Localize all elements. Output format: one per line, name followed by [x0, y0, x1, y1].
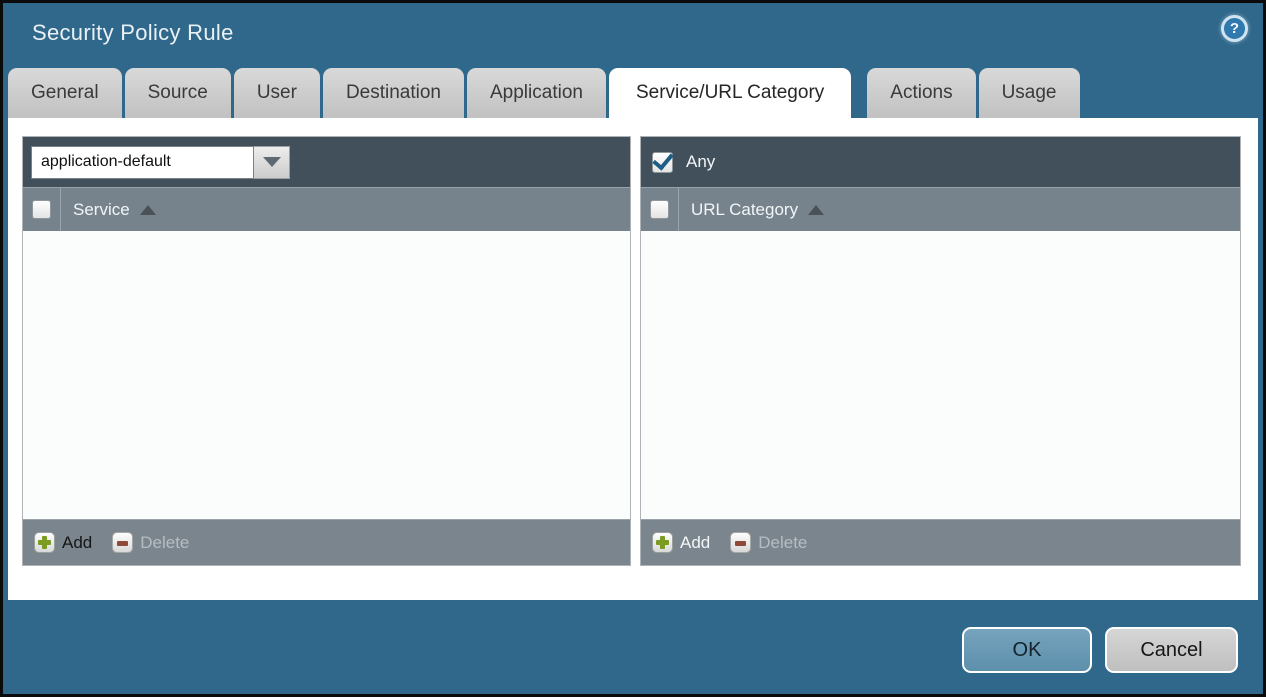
minus-icon: [112, 532, 133, 553]
sort-asc-icon: [140, 205, 156, 215]
tab-content-area: application-default Service: [8, 118, 1258, 600]
cancel-button[interactable]: Cancel: [1105, 627, 1238, 673]
ok-button[interactable]: OK: [962, 627, 1092, 673]
service-footer: Add Delete: [23, 519, 630, 565]
url-any-bar: Any: [641, 137, 1240, 187]
any-label: Any: [686, 152, 715, 172]
service-type-dropdown-button[interactable]: [254, 146, 290, 179]
tab-user[interactable]: User: [234, 68, 320, 118]
service-dropdown-bar: application-default: [23, 137, 630, 187]
url-category-column-label: URL Category: [691, 200, 798, 220]
url-any-row: Any: [649, 152, 715, 173]
tab-general[interactable]: General: [8, 68, 122, 118]
service-delete-label: Delete: [140, 533, 189, 553]
minus-icon: [730, 532, 751, 553]
tab-usage[interactable]: Usage: [979, 68, 1080, 118]
security-policy-rule-dialog: Security Policy Rule ? General Source Us…: [0, 0, 1266, 697]
service-add-button[interactable]: Add: [34, 532, 92, 553]
service-select-all-cell: [23, 188, 61, 231]
help-icon[interactable]: ?: [1221, 15, 1248, 42]
url-category-footer: Add Delete: [641, 519, 1240, 565]
url-delete-label: Delete: [758, 533, 807, 553]
tab-actions[interactable]: Actions: [867, 68, 975, 118]
tab-source[interactable]: Source: [125, 68, 231, 118]
tab-application[interactable]: Application: [467, 68, 606, 118]
dialog-title: Security Policy Rule: [32, 20, 234, 46]
url-category-list-body: [641, 231, 1240, 519]
service-table-header: Service: [23, 187, 630, 231]
tab-destination[interactable]: Destination: [323, 68, 464, 118]
url-category-column-header[interactable]: URL Category: [691, 200, 824, 220]
chevron-down-icon: [263, 157, 281, 167]
url-category-panel: Any URL Category Add: [640, 136, 1241, 566]
sort-asc-icon: [808, 205, 824, 215]
url-select-all-cell: [641, 188, 679, 231]
plus-icon: [34, 532, 55, 553]
service-select-all-checkbox[interactable]: [32, 200, 51, 219]
url-delete-button[interactable]: Delete: [730, 532, 807, 553]
plus-icon: [652, 532, 673, 553]
tab-service-url-category[interactable]: Service/URL Category: [609, 68, 851, 118]
url-add-button[interactable]: Add: [652, 532, 710, 553]
service-column-label: Service: [73, 200, 130, 220]
service-type-dropdown-value[interactable]: application-default: [31, 146, 254, 179]
service-type-dropdown: application-default: [31, 146, 290, 179]
tab-bar: General Source User Destination Applicat…: [8, 68, 1080, 118]
service-delete-button[interactable]: Delete: [112, 532, 189, 553]
service-list-body: [23, 231, 630, 519]
url-add-label: Add: [680, 533, 710, 553]
service-add-label: Add: [62, 533, 92, 553]
service-column-header[interactable]: Service: [73, 200, 156, 220]
url-select-all-checkbox[interactable]: [650, 200, 669, 219]
any-checkbox[interactable]: [652, 152, 673, 173]
url-table-header: URL Category: [641, 187, 1240, 231]
service-panel: application-default Service: [22, 136, 631, 566]
